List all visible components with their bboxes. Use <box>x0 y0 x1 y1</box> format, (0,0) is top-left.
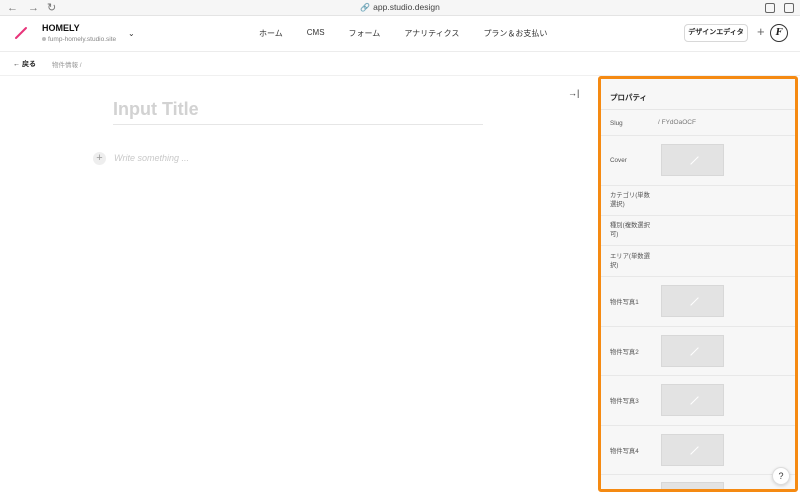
prop-next-partial <box>601 475 795 489</box>
sidebar-toggle-icon[interactable] <box>784 3 794 13</box>
site-url[interactable]: fump-homely.studio.site <box>42 36 116 43</box>
nav-analytics[interactable]: アナリティクス <box>404 28 459 39</box>
prop-photo-1[interactable]: 物件写真1 <box>601 277 795 327</box>
prop-photo-3[interactable]: 物件写真3 <box>601 376 795 426</box>
reader-icon[interactable] <box>765 3 775 13</box>
panel-title: プロパティ <box>610 93 648 102</box>
site-url-text: fump-homely.studio.site <box>48 36 117 43</box>
address-bar[interactable]: 🔗 app.studio.design <box>0 2 800 12</box>
prop-label: 物件写真3 <box>610 398 639 405</box>
prop-type[interactable]: 種別(複数選択可) <box>601 216 795 246</box>
add-block-icon[interactable]: + <box>93 152 106 165</box>
prop-label: 種別(複数選択可) <box>610 222 650 238</box>
photo-2-placeholder[interactable] <box>661 335 724 367</box>
pencil-icon[interactable] <box>14 26 28 40</box>
prop-category[interactable]: カテゴリ(単数選択) <box>601 186 795 216</box>
slug-value[interactable]: / FYdOaOCF <box>658 119 696 126</box>
breadcrumb-bar: ← 戻る 物件情報 / <box>0 52 800 76</box>
nav-home[interactable]: ホーム <box>259 28 283 39</box>
chevron-down-icon[interactable]: ⌄ <box>128 29 135 38</box>
properties-panel: プロパティ Slug / FYdOaOCF Cover カテゴリ(単数選択) 種… <box>598 76 798 492</box>
prop-area[interactable]: エリア(単数選択) <box>601 246 795 277</box>
app-header: HOMELY fump-homely.studio.site ⌄ ホーム CMS… <box>0 16 800 52</box>
prop-label: 物件写真2 <box>610 349 639 356</box>
nav-cms[interactable]: CMS <box>307 28 325 39</box>
status-dot-icon <box>42 37 46 42</box>
prop-photo-2[interactable]: 物件写真2 <box>601 327 795 376</box>
prop-label: エリア(単数選択) <box>610 253 650 269</box>
photo-3-placeholder[interactable] <box>661 384 724 416</box>
back-button[interactable]: ← 戻る <box>13 59 36 69</box>
body-input[interactable]: Write something ... <box>114 153 414 163</box>
nav-form[interactable]: フォーム <box>349 28 381 39</box>
prop-slug[interactable]: Slug / FYdOaOCF <box>601 110 795 136</box>
breadcrumb[interactable]: 物件情報 / <box>52 59 82 69</box>
avatar[interactable]: F <box>770 24 788 42</box>
photo-1-placeholder[interactable] <box>661 285 724 317</box>
nav-plan-billing[interactable]: プラン＆お支払い <box>483 28 547 39</box>
prop-label: カテゴリ(単数選択) <box>610 192 650 208</box>
site-name[interactable]: HOMELY <box>42 23 80 33</box>
browser-toolbar: ← → ↻ 🔗 app.studio.design <box>0 0 800 16</box>
prop-label: 物件写真4 <box>610 448 639 455</box>
photo-5-placeholder[interactable] <box>661 482 724 489</box>
prop-label: Cover <box>610 157 627 164</box>
prop-cover[interactable]: Cover <box>601 136 795 186</box>
prop-label: 物件写真1 <box>610 299 639 306</box>
plus-icon[interactable]: + <box>757 25 765 39</box>
prop-label: Slug <box>610 120 623 127</box>
top-nav: ホーム CMS フォーム アナリティクス プラン＆お支払い <box>259 28 571 39</box>
address-text: app.studio.design <box>373 2 440 12</box>
help-button[interactable]: ? <box>772 467 790 485</box>
back-label: 戻る <box>21 61 36 68</box>
title-input[interactable] <box>113 95 483 125</box>
design-editor-button[interactable]: デザインエディタ <box>684 24 748 42</box>
collapse-panel-icon[interactable]: →| <box>568 88 579 98</box>
photo-4-placeholder[interactable] <box>661 434 724 466</box>
link-icon: 🔗 <box>360 3 371 12</box>
cover-image-placeholder[interactable] <box>661 144 724 176</box>
prop-photo-4[interactable]: 物件写真4 <box>601 426 795 475</box>
